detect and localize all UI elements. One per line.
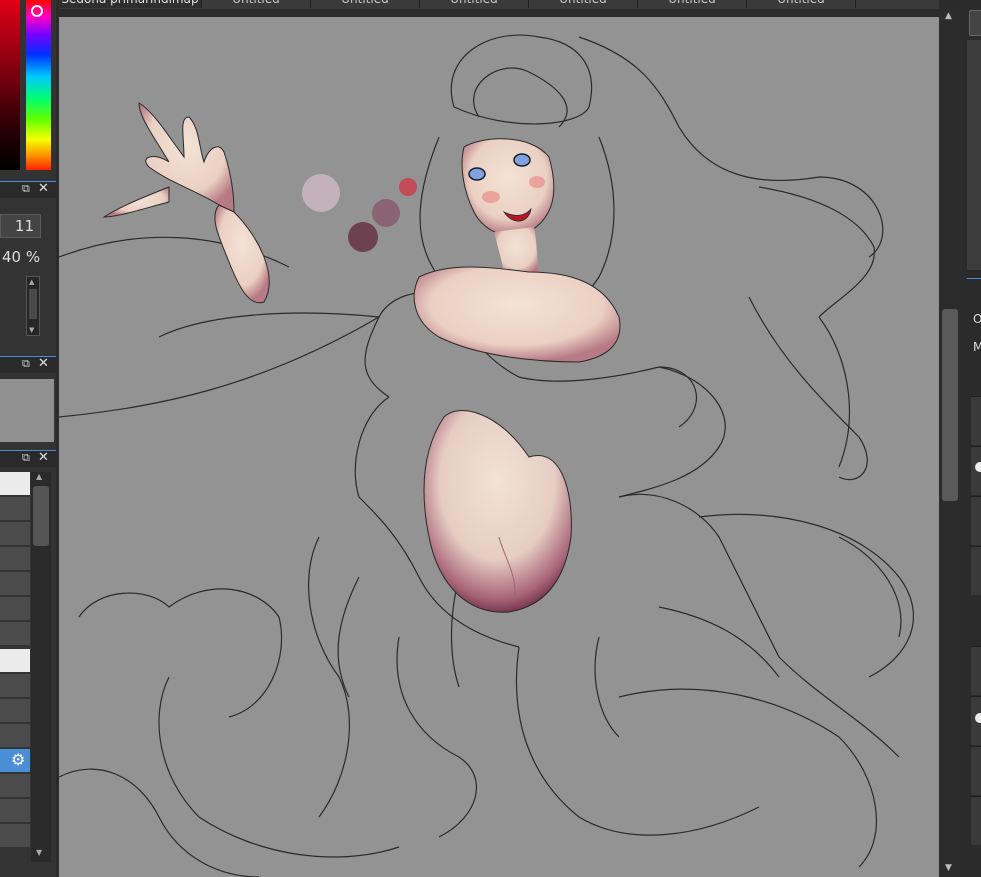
layer-row[interactable] <box>0 497 30 521</box>
scroll-down-icon[interactable]: ▼ <box>36 848 42 857</box>
scroll-up-icon[interactable]: ▲ <box>29 278 34 286</box>
hue-slider[interactable] <box>26 0 51 170</box>
navigator-preview[interactable] <box>0 379 54 442</box>
scroll-thumb[interactable] <box>942 309 958 501</box>
visibility-toggle[interactable] <box>975 713 981 723</box>
drawing-canvas[interactable] <box>59 17 939 877</box>
layer-row[interactable] <box>0 622 30 646</box>
layer-row[interactable] <box>0 572 30 596</box>
tab-document-1[interactable]: Sedona primarindimap <box>59 0 202 8</box>
hue-marker[interactable] <box>31 5 43 17</box>
brush-panel-header: ⧉ ✕ <box>0 181 56 198</box>
tab-document-4[interactable]: Untitled <box>420 0 529 8</box>
tab-document-6[interactable]: Untitled <box>638 0 747 8</box>
scroll-down-icon[interactable]: ▼ <box>945 863 952 873</box>
brush-size-field[interactable]: 11 <box>0 214 41 238</box>
layer-row[interactable] <box>0 774 30 798</box>
close-icon[interactable]: ✕ <box>38 451 50 465</box>
scroll-up-icon[interactable]: ▲ <box>945 11 952 21</box>
canvas-vertical-scrollbar[interactable]: ▲ ▼ <box>939 9 961 877</box>
popout-icon[interactable]: ⧉ <box>22 452 33 463</box>
layer-row[interactable] <box>0 799 30 823</box>
palette-swatch <box>302 174 340 212</box>
list-item[interactable] <box>971 396 981 445</box>
list-item[interactable] <box>971 546 981 595</box>
tab-document-2[interactable]: Untitled <box>202 0 311 8</box>
scroll-down-icon[interactable]: ▼ <box>29 326 34 334</box>
tab-document-5[interactable]: Untitled <box>529 0 638 8</box>
artwork <box>59 34 915 877</box>
layer-row[interactable] <box>0 649 30 673</box>
layer-row[interactable] <box>0 699 30 723</box>
layer-list-scrollbar[interactable]: ▲ ▼ <box>31 472 51 862</box>
right-panel-label: O <box>973 312 981 326</box>
palette-swatch <box>399 178 417 196</box>
list-item[interactable] <box>971 796 981 845</box>
layer-panel-header: ⧉ ✕ <box>0 450 56 467</box>
right-dock: O M <box>961 0 981 877</box>
layer-row[interactable] <box>0 824 30 848</box>
close-icon[interactable]: ✕ <box>38 357 50 371</box>
tab-document-7[interactable]: Untitled <box>747 0 856 8</box>
right-panel-label: M <box>973 340 981 354</box>
scroll-thumb[interactable] <box>33 486 49 546</box>
popout-icon[interactable]: ⧉ <box>22 183 33 194</box>
layer-row[interactable] <box>0 547 30 571</box>
navigator-panel-header: ⧉ ✕ <box>0 356 56 373</box>
layer-list: ⚙ <box>0 472 30 850</box>
list-item[interactable] <box>971 646 981 695</box>
layer-row[interactable] <box>0 674 30 698</box>
popout-icon[interactable]: ⧉ <box>22 358 33 369</box>
list-item[interactable] <box>971 746 981 795</box>
list-item[interactable] <box>971 496 981 545</box>
navigator-button[interactable] <box>969 10 981 36</box>
saturation-value-picker[interactable] <box>0 0 20 170</box>
layer-row-selected[interactable]: ⚙ <box>0 749 30 773</box>
tab-document-3[interactable]: Untitled <box>311 0 420 8</box>
layer-row[interactable] <box>0 597 30 621</box>
brush-panel-scrollbar[interactable]: ▲ ▼ <box>26 276 40 336</box>
scroll-thumb[interactable] <box>29 289 37 319</box>
layer-row[interactable] <box>0 724 30 748</box>
close-icon[interactable]: ✕ <box>38 182 50 196</box>
scroll-up-icon[interactable]: ▲ <box>36 472 42 481</box>
left-dock: ⧉ ✕ 11 40 % ▲ ▼ ⧉ ✕ ⧉ ✕ ⚙ ▲ ▼ <box>0 0 56 877</box>
gear-icon[interactable]: ⚙ <box>11 751 25 769</box>
visibility-toggle[interactable] <box>975 462 981 472</box>
brush-opacity-value[interactable]: 40 % <box>2 247 54 267</box>
layer-row[interactable] <box>0 522 30 546</box>
document-tab-bar: Sedona primarindimap Untitled Untitled U… <box>59 0 939 9</box>
palette-swatch <box>372 199 400 227</box>
panel-divider <box>967 278 981 279</box>
right-panel-preview <box>967 40 981 270</box>
layer-row[interactable] <box>0 472 30 496</box>
palette-swatch <box>348 222 378 252</box>
